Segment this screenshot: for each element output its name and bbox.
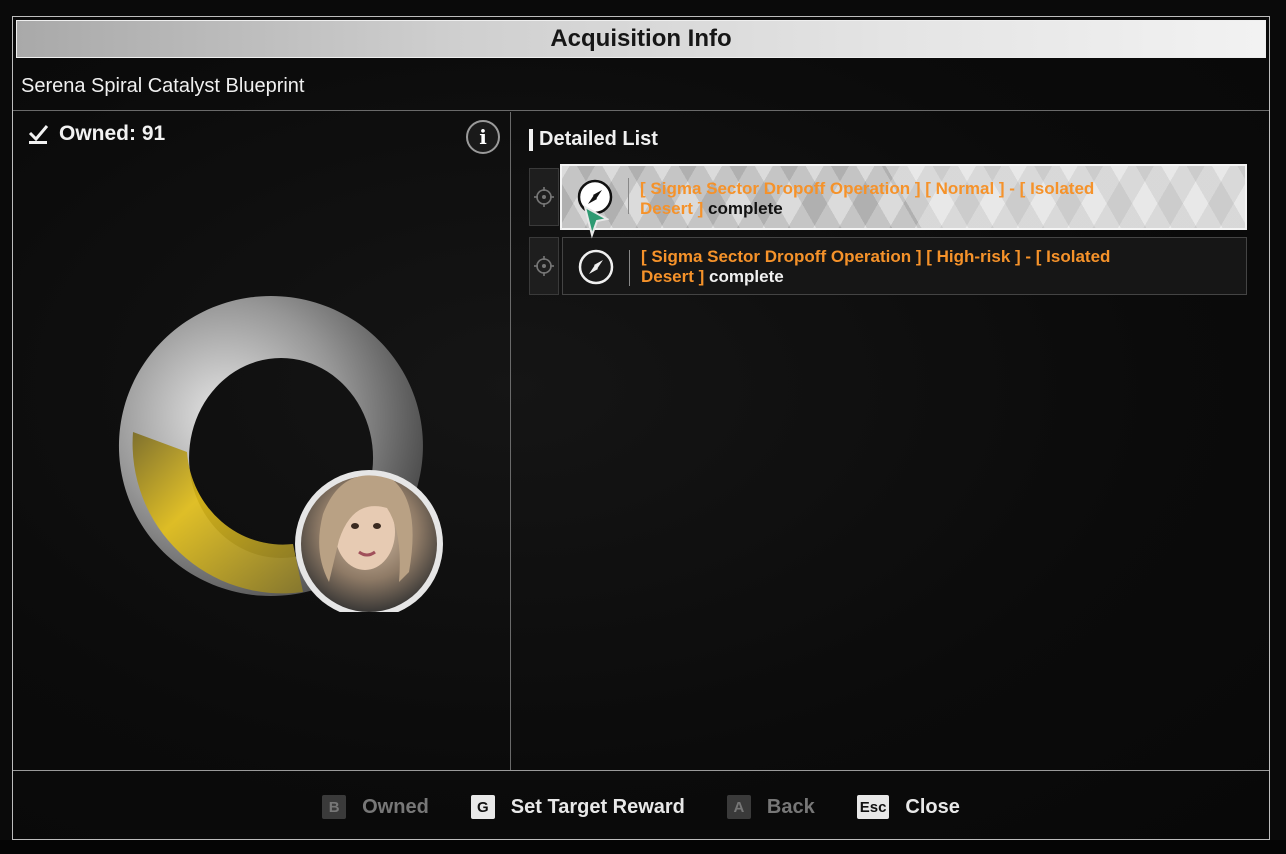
acquisition-info-dialog: Acquisition Info Serena Spiral Catalyst … [12, 16, 1270, 840]
owned-label: Owned: 91 [59, 122, 166, 145]
bottom-strip [0, 840, 1286, 854]
dialog-title: Acquisition Info [550, 25, 732, 52]
key-g-icon: G [470, 795, 495, 819]
key-esc-icon: Esc [856, 795, 890, 819]
info-icon: i [479, 125, 487, 149]
footer-hints: B Owned G Set Target Reward A Back Esc C… [13, 779, 1269, 835]
item-preview-panel: Owned: 91 i [13, 112, 511, 770]
entry-text: [ Sigma Sector Dropoff Operation ] [ Nor… [640, 179, 1110, 219]
mouse-cursor-icon [583, 205, 609, 239]
entry-text: [ Sigma Sector Dropoff Operation ] [ Hig… [641, 247, 1111, 287]
entry-card[interactable]: [ Sigma Sector Dropoff Operation ] [ Nor… [560, 164, 1247, 230]
owned-hint[interactable]: B Owned [322, 795, 429, 819]
target-pin-icon [534, 256, 554, 276]
set-target-reward-hint[interactable]: G Set Target Reward [470, 795, 685, 819]
close-hint[interactable]: Esc Close [856, 795, 960, 819]
detailed-list-title: Detailed List [539, 128, 658, 150]
owned-hint-label: Owned [362, 795, 429, 818]
detailed-list-panel: Detailed List [Sigma Sector Dropoff Ope… [511, 112, 1269, 770]
checkbox-check-icon [28, 125, 49, 144]
detailed-list-header: Detailed List [529, 128, 658, 151]
target-pin-icon [534, 187, 554, 207]
item-name: Serena Spiral Catalyst Blueprint [21, 75, 305, 97]
key-b-icon: B [322, 795, 347, 819]
footer-divider [13, 770, 1269, 771]
pin-button[interactable] [529, 237, 559, 295]
compass-icon [578, 249, 614, 285]
key-a-icon: A [726, 795, 751, 819]
set-target-reward-label: Set Target Reward [510, 795, 685, 818]
entry-divider [629, 250, 630, 286]
owned-count: Owned: 91 [27, 122, 165, 146]
back-hint[interactable]: A Back [726, 795, 815, 819]
entry-suffix: complete [709, 267, 784, 286]
close-hint-label: Close [905, 795, 960, 818]
info-button[interactable]: i [466, 120, 500, 154]
back-hint-label: Back [766, 795, 815, 818]
acquisition-entry[interactable]: [ Sigma Sector Dropoff Operation ] [ Nor… [529, 164, 1247, 230]
entry-card[interactable]: [ Sigma Sector Dropoff Operation ] [ Hig… [562, 237, 1247, 295]
pin-button[interactable] [529, 168, 559, 226]
blueprint-ring-artwork [118, 296, 443, 612]
item-name-row: Serena Spiral Catalyst Blueprint [13, 63, 1269, 111]
section-bar [529, 128, 533, 151]
entry-suffix: complete [708, 199, 783, 218]
dialog-titlebar: Acquisition Info [16, 20, 1266, 58]
entry-divider [628, 178, 629, 214]
acquisition-entry[interactable]: [ Sigma Sector Dropoff Operation ] [ Hig… [529, 235, 1247, 297]
